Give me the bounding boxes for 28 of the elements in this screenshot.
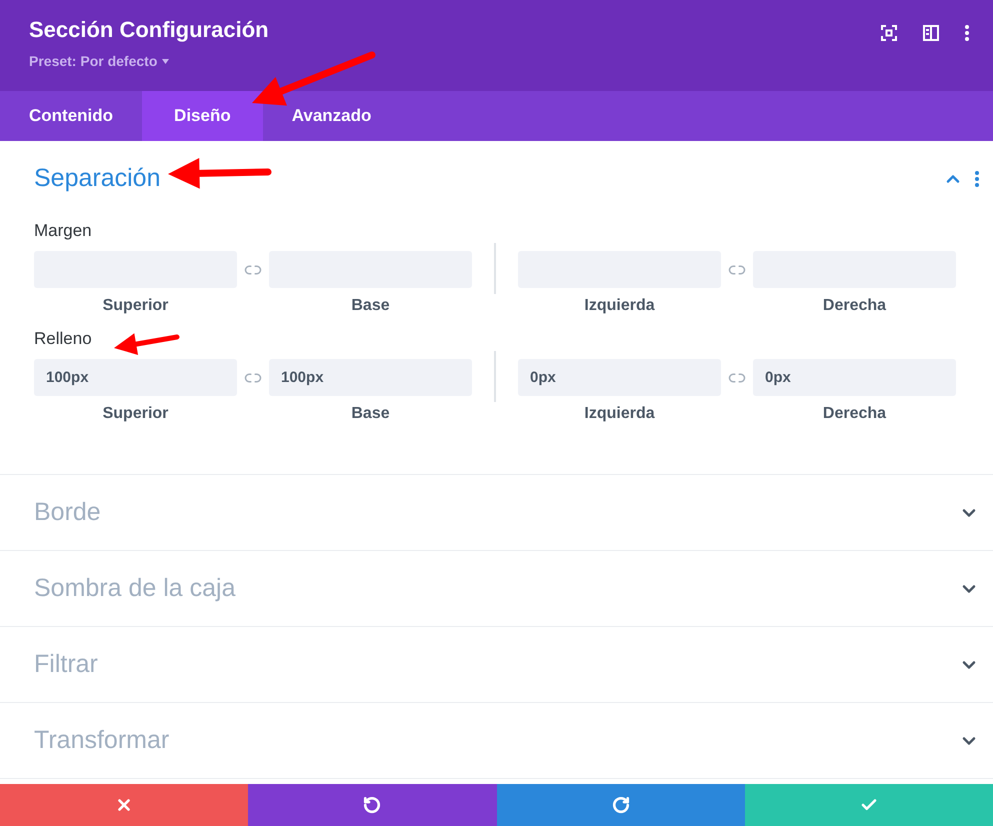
preset-dropdown[interactable]: Preset: Por defecto — [29, 53, 269, 69]
undo-icon — [363, 796, 382, 814]
input-field[interactable]: 100px — [269, 359, 472, 396]
caret-icon — [162, 58, 170, 64]
redo-icon — [612, 796, 630, 814]
field-label: Izquierda — [584, 405, 655, 423]
tab[interactable]: Diseño — [142, 91, 263, 141]
tab[interactable]: Contenido — [0, 91, 142, 141]
field-label: Izquierda — [584, 297, 655, 315]
group-label: Relleno — [34, 329, 92, 349]
tab[interactable]: Avanzado — [262, 91, 400, 141]
input-field[interactable]: 0px — [518, 359, 721, 396]
field-label: Derecha — [822, 405, 886, 423]
annotation-arrow — [114, 333, 180, 355]
panel-title: Sección Configuración — [29, 17, 269, 43]
field-label: Superior — [102, 297, 168, 315]
more-icon[interactable] — [965, 25, 969, 41]
field-label: Derecha — [822, 297, 886, 315]
input-field[interactable]: 100px — [34, 359, 237, 396]
field-label: Base — [351, 297, 390, 315]
field-label: Base — [351, 405, 390, 423]
section-title[interactable]: Separación — [34, 164, 160, 193]
field-label: Superior — [102, 405, 168, 423]
input-field[interactable]: 0px — [753, 359, 956, 396]
more-icon[interactable] — [975, 170, 979, 186]
focus-icon[interactable] — [881, 25, 897, 41]
group-label: Margen — [34, 221, 92, 241]
sidebar-icon[interactable] — [923, 25, 939, 41]
